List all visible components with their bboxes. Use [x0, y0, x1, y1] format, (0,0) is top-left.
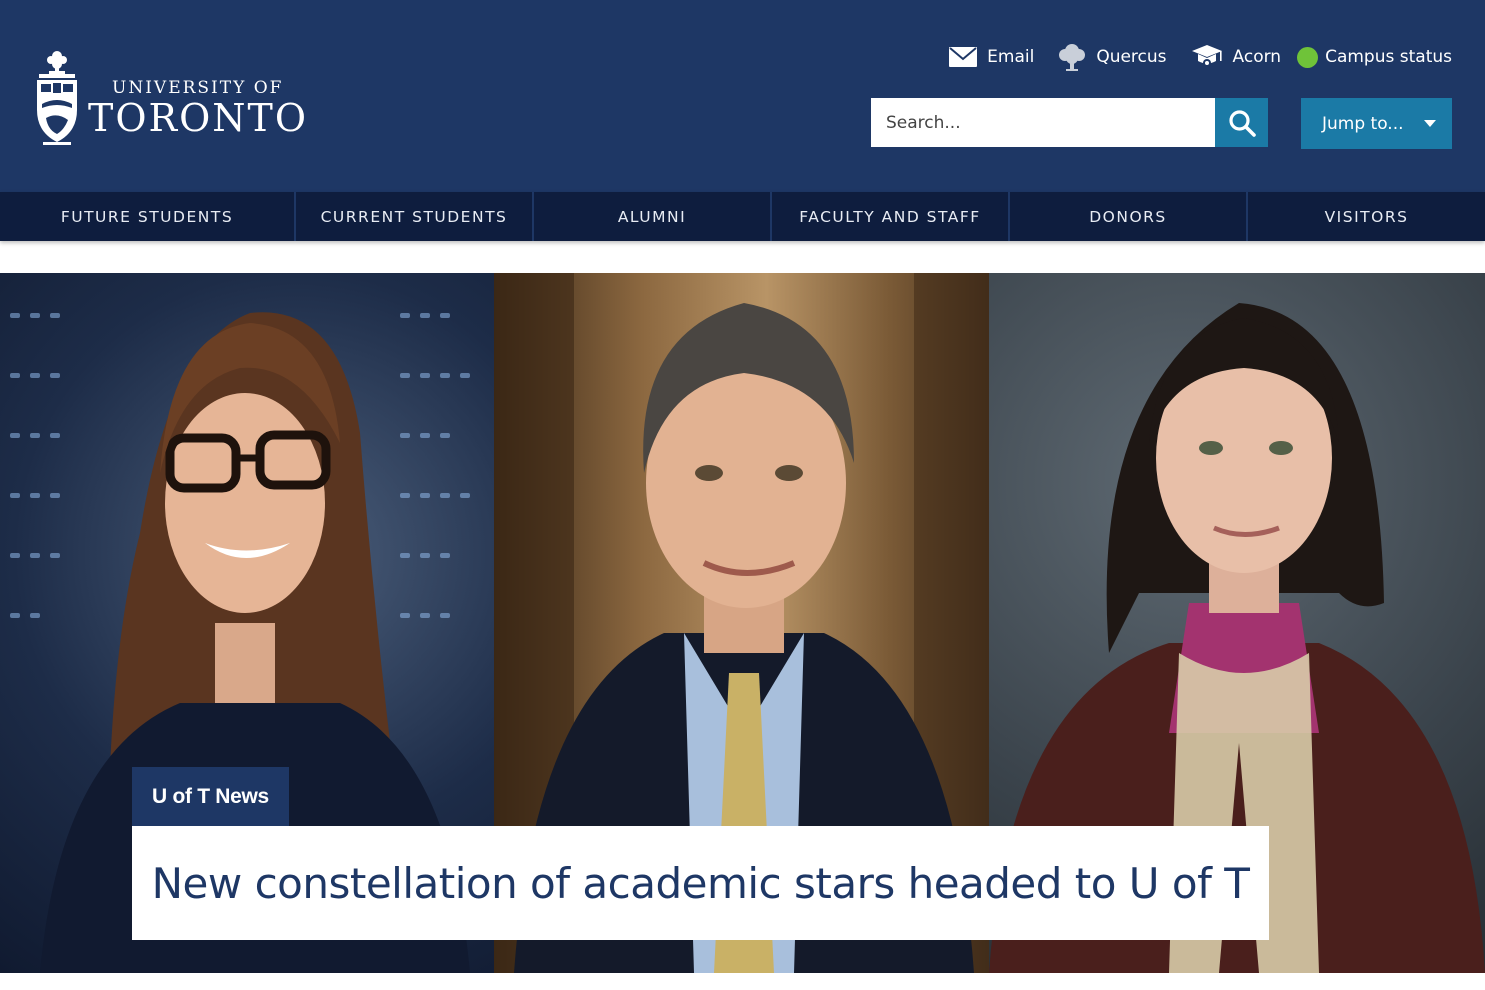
campus-status-link[interactable]: Campus status	[1297, 46, 1452, 68]
nav-visitors[interactable]: VISITORS	[1248, 192, 1485, 241]
nav-donors[interactable]: DONORS	[1010, 192, 1248, 241]
email-label: Email	[987, 47, 1035, 67]
graduation-cap-icon	[1191, 43, 1223, 71]
quercus-link[interactable]: Quercus	[1058, 42, 1167, 72]
utility-links: Email Quercus Acorn Campus status	[949, 42, 1452, 72]
logo-line-university-of: UNIVERSITY OF	[112, 78, 284, 98]
status-dot-icon	[1297, 46, 1319, 68]
acorn-link[interactable]: Acorn	[1191, 43, 1282, 71]
headline-card[interactable]: New constellation of academic stars head…	[132, 826, 1269, 940]
chevron-down-icon	[1424, 120, 1436, 127]
email-link[interactable]: Email	[949, 47, 1034, 67]
nav-faculty-and-staff[interactable]: FACULTY AND STAFF	[772, 192, 1010, 241]
nav-current-students[interactable]: CURRENT STUDENTS	[296, 192, 534, 241]
tree-icon	[1058, 42, 1086, 72]
search-input[interactable]	[871, 98, 1215, 147]
envelope-icon	[949, 47, 978, 67]
site-header: UNIVERSITY OF TORONTO Email Quercus Acor…	[0, 0, 1485, 192]
crest-icon	[37, 51, 77, 145]
nav-alumni[interactable]: ALUMNI	[534, 192, 772, 241]
university-logo[interactable]: UNIVERSITY OF TORONTO	[34, 48, 306, 148]
news-category-tag[interactable]: U of T News	[132, 767, 289, 826]
jump-to-label: Jump to...	[1322, 113, 1404, 134]
audience-nav: FUTURE STUDENTS CURRENT STUDENTS ALUMNI …	[0, 192, 1485, 241]
jump-to-dropdown[interactable]: Jump to...	[1301, 98, 1452, 149]
campus-status-label: Campus status	[1325, 47, 1452, 67]
acorn-label: Acorn	[1232, 47, 1282, 67]
quercus-label: Quercus	[1096, 47, 1167, 67]
logo-line-toronto: TORONTO	[88, 96, 309, 140]
nav-future-students[interactable]: FUTURE STUDENTS	[0, 192, 296, 241]
hero-headline[interactable]: New constellation of academic stars head…	[152, 859, 1250, 908]
search-button[interactable]	[1215, 98, 1268, 147]
search-icon	[1228, 109, 1256, 137]
